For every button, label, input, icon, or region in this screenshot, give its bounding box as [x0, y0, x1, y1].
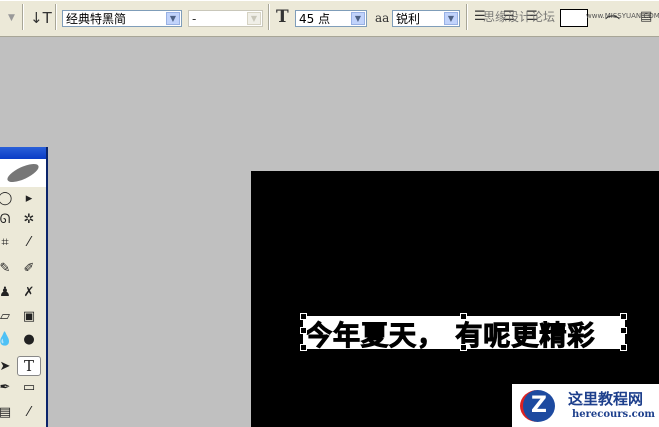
watermark-text: 思缘设计论坛: [483, 10, 556, 24]
chevron-down-icon: ▼: [166, 12, 180, 25]
logo-mark: Z: [520, 390, 555, 422]
transform-handle[interactable]: [620, 344, 627, 351]
palette-title-bar[interactable]: [0, 147, 46, 159]
transform-handle[interactable]: [300, 313, 307, 320]
shape-tool-icon[interactable]: ▭: [20, 380, 38, 395]
transform-handle[interactable]: [460, 313, 467, 320]
font-style-select[interactable]: - ▼: [188, 10, 263, 27]
font-family-select[interactable]: 经典特黑简 ▼: [62, 10, 182, 27]
pen-tool-icon[interactable]: ✒: [0, 380, 14, 395]
chevron-down-icon: ▼: [247, 12, 261, 25]
slice-tool-icon[interactable]: ⁄: [20, 235, 38, 250]
marquee-tool-icon[interactable]: ◯: [0, 191, 14, 206]
transform-handle[interactable]: [300, 344, 307, 351]
lasso-tool-icon[interactable]: ᘏ: [0, 212, 14, 227]
logo-url: herecours.com: [572, 409, 656, 420]
eyedropper-tool-icon[interactable]: ⁄: [20, 405, 38, 420]
transform-handle[interactable]: [620, 327, 627, 334]
text-layer[interactable]: 今年夏天， 有呢更精彩: [304, 314, 595, 353]
antialias-icon: aa: [375, 11, 390, 25]
eraser-tool-icon[interactable]: ▱: [0, 309, 14, 324]
blur-tool-icon[interactable]: 💧: [0, 332, 14, 347]
antialias-select[interactable]: 锐利 ▼: [392, 10, 460, 27]
font-style-value: -: [192, 12, 197, 26]
text-color-swatch[interactable]: [560, 9, 588, 27]
font-size-select[interactable]: 45 点 ▼: [295, 10, 367, 27]
move-tool-icon[interactable]: ▸: [20, 191, 38, 206]
stamp-tool-icon[interactable]: ♟: [0, 285, 14, 300]
transform-handle[interactable]: [460, 344, 467, 351]
preset-dropdown-icon[interactable]: ▼: [8, 13, 15, 23]
transform-handle[interactable]: [620, 313, 627, 320]
font-family-value: 经典特黑简: [66, 12, 127, 26]
chevron-down-icon: ▼: [444, 12, 458, 25]
chevron-down-icon: ▼: [351, 12, 365, 25]
options-bar: ▼ ↓T 经典特黑简 ▼ - ▼ T 45 点 ▼ aa 锐利 ▼ ☰ ☰ ☰ 思缘设计…: [0, 0, 659, 37]
tools-palette: ◯ ▸ ᘏ ✲ ⌗ ⁄ ✎ ✐ ♟ ✗ ▱ ▣ 💧 ● ➤ T ✒ ▭ ▤ ⁄: [0, 147, 48, 427]
history-brush-tool-icon[interactable]: ✗: [20, 285, 38, 300]
magic-wand-tool-icon[interactable]: ✲: [20, 212, 38, 227]
font-size-icon: T: [276, 7, 289, 27]
path-selection-tool-icon[interactable]: ➤: [0, 359, 14, 374]
logo-name: 这里教程网: [568, 390, 644, 408]
notes-tool-icon[interactable]: ▤: [0, 405, 14, 420]
feather-logo: [0, 159, 46, 187]
palettes-toggle-icon[interactable]: ▤: [640, 9, 652, 24]
brush-tool-icon[interactable]: ✐: [20, 261, 38, 276]
healing-brush-tool-icon[interactable]: ✎: [0, 261, 14, 276]
gradient-tool-icon[interactable]: ▣: [20, 309, 38, 324]
antialias-value: 锐利: [396, 12, 421, 26]
dodge-tool-icon[interactable]: ●: [20, 332, 38, 347]
text-orientation-icon[interactable]: ↓T: [30, 9, 52, 27]
font-size-value: 45 点: [299, 12, 331, 26]
site-logo: Z 这里教程网 herecours.com: [512, 384, 659, 427]
crop-tool-icon[interactable]: ⌗: [0, 235, 14, 250]
warp-text-icon[interactable]: ⌒: [605, 12, 620, 33]
transform-handle[interactable]: [300, 327, 307, 334]
type-tool-icon[interactable]: T: [17, 356, 41, 376]
